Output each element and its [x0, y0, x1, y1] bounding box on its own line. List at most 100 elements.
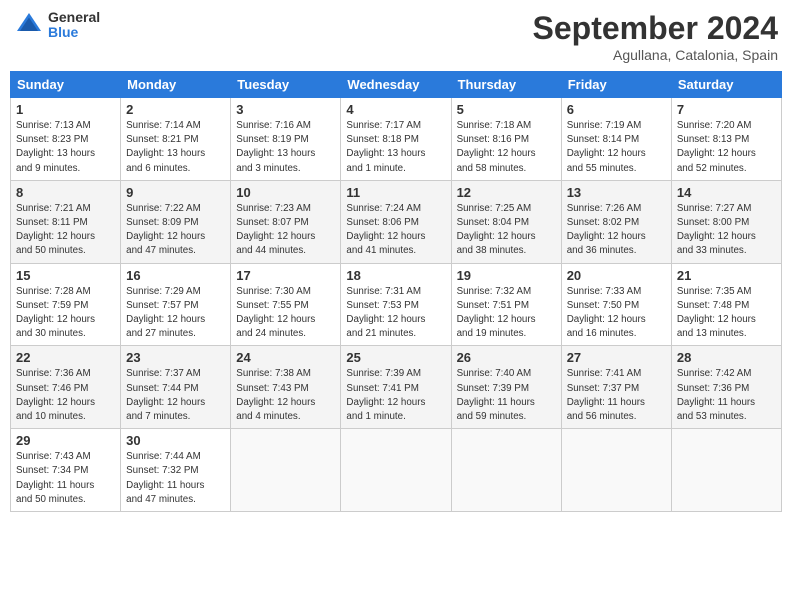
day-info: Sunrise: 7:41 AMSunset: 7:37 PMDaylight:… — [567, 367, 666, 424]
day-info: Sunrise: 7:43 AMSunset: 7:34 PMDaylight:… — [16, 450, 115, 507]
calendar-cell: 28Sunrise: 7:42 AMSunset: 7:36 PMDayligh… — [671, 346, 781, 429]
day-number: 15 — [16, 268, 115, 283]
day-info: Sunrise: 7:29 AMSunset: 7:57 PMDaylight:… — [126, 285, 225, 342]
calendar-cell: 11 Sunrise: 7:24 AMSunset: 8:06 PMDayligh… — [341, 180, 451, 263]
day-number: 25 — [346, 350, 445, 365]
calendar-cell — [451, 429, 561, 512]
day-info: Sunrise: 7:38 AMSunset: 7:43 PMDaylight:… — [236, 367, 335, 424]
calendar-cell: 15 Sunrise: 7:28 AMSunset: 7:59 PMDayligh… — [11, 263, 121, 346]
calendar-cell: 1 Sunrise: 7:13 AMSunset: 8:23 PMDaylight… — [11, 98, 121, 181]
calendar-cell — [671, 429, 781, 512]
day-info: Sunrise: 7:20 AMSunset: 8:13 PMDaylight:… — [677, 119, 776, 176]
month-title: September 2024 — [533, 10, 778, 47]
day-number: 13 — [567, 185, 666, 200]
day-info: Sunrise: 7:44 AMSunset: 7:32 PMDaylight:… — [126, 450, 225, 507]
weekday-header-sunday: Sunday — [11, 72, 121, 98]
calendar-cell — [341, 429, 451, 512]
calendar-cell: 14Sunrise: 7:27 AMSunset: 8:00 PMDayligh… — [671, 180, 781, 263]
location-subtitle: Agullana, Catalonia, Spain — [533, 47, 778, 63]
day-number: 4 — [346, 102, 445, 117]
calendar-cell: 13 Sunrise: 7:26 AMSunset: 8:02 PMDayligh… — [561, 180, 671, 263]
calendar-cell: 29 Sunrise: 7:43 AMSunset: 7:34 PMDayligh… — [11, 429, 121, 512]
day-info: Sunrise: 7:21 AMSunset: 8:11 PMDaylight:… — [16, 202, 115, 259]
week-row-5: 29 Sunrise: 7:43 AMSunset: 7:34 PMDayligh… — [11, 429, 782, 512]
day-info: Sunrise: 7:13 AMSunset: 8:23 PMDaylight:… — [16, 119, 115, 176]
day-number: 3 — [236, 102, 335, 117]
calendar-cell: 12 Sunrise: 7:25 AMSunset: 8:04 PMDayligh… — [451, 180, 561, 263]
logo-line1: General — [48, 10, 100, 25]
day-number: 16 — [126, 268, 225, 283]
day-number: 28 — [677, 350, 776, 365]
day-info: Sunrise: 7:27 AMSunset: 8:00 PMDaylight:… — [677, 202, 776, 259]
day-number: 7 — [677, 102, 776, 117]
day-info: Sunrise: 7:19 AMSunset: 8:14 PMDaylight:… — [567, 119, 666, 176]
day-info: Sunrise: 7:17 AMSunset: 8:18 PMDaylight:… — [346, 119, 445, 176]
day-info: Sunrise: 7:30 AMSunset: 7:55 PMDaylight:… — [236, 285, 335, 342]
day-info: Sunrise: 7:28 AMSunset: 7:59 PMDaylight:… — [16, 285, 115, 342]
day-info: Sunrise: 7:22 AMSunset: 8:09 PMDaylight:… — [126, 202, 225, 259]
calendar-cell: 17 Sunrise: 7:30 AMSunset: 7:55 PMDayligh… — [231, 263, 341, 346]
weekday-header-friday: Friday — [561, 72, 671, 98]
day-number: 27 — [567, 350, 666, 365]
calendar-cell: 4 Sunrise: 7:17 AMSunset: 8:18 PMDaylight… — [341, 98, 451, 181]
day-info: Sunrise: 7:35 AMSunset: 7:48 PMDaylight:… — [677, 285, 776, 342]
day-number: 24 — [236, 350, 335, 365]
calendar-cell: 6 Sunrise: 7:19 AMSunset: 8:14 PMDaylight… — [561, 98, 671, 181]
day-number: 10 — [236, 185, 335, 200]
page-header: General Blue September 2024 Agullana, Ca… — [10, 10, 782, 63]
day-info: Sunrise: 7:25 AMSunset: 8:04 PMDaylight:… — [457, 202, 556, 259]
day-info: Sunrise: 7:40 AMSunset: 7:39 PMDaylight:… — [457, 367, 556, 424]
day-info: Sunrise: 7:33 AMSunset: 7:50 PMDaylight:… — [567, 285, 666, 342]
weekday-header-thursday: Thursday — [451, 72, 561, 98]
week-row-2: 8 Sunrise: 7:21 AMSunset: 8:11 PMDaylight… — [11, 180, 782, 263]
day-number: 6 — [567, 102, 666, 117]
day-info: Sunrise: 7:16 AMSunset: 8:19 PMDaylight:… — [236, 119, 335, 176]
day-number: 9 — [126, 185, 225, 200]
day-number: 11 — [346, 185, 445, 200]
day-number: 8 — [16, 185, 115, 200]
week-row-1: 1 Sunrise: 7:13 AMSunset: 8:23 PMDaylight… — [11, 98, 782, 181]
day-number: 20 — [567, 268, 666, 283]
weekday-header-tuesday: Tuesday — [231, 72, 341, 98]
calendar-cell: 20 Sunrise: 7:33 AMSunset: 7:50 PMDayligh… — [561, 263, 671, 346]
calendar-cell: 18Sunrise: 7:31 AMSunset: 7:53 PMDayligh… — [341, 263, 451, 346]
calendar-cell: 3 Sunrise: 7:16 AMSunset: 8:19 PMDaylight… — [231, 98, 341, 181]
day-info: Sunrise: 7:18 AMSunset: 8:16 PMDaylight:… — [457, 119, 556, 176]
day-number: 29 — [16, 433, 115, 448]
calendar-cell: 27 Sunrise: 7:41 AMSunset: 7:37 PMDayligh… — [561, 346, 671, 429]
calendar-cell: 16 Sunrise: 7:29 AMSunset: 7:57 PMDayligh… — [121, 263, 231, 346]
weekday-header-monday: Monday — [121, 72, 231, 98]
day-info: Sunrise: 7:37 AMSunset: 7:44 PMDaylight:… — [126, 367, 225, 424]
day-info: Sunrise: 7:26 AMSunset: 8:02 PMDaylight:… — [567, 202, 666, 259]
day-number: 17 — [236, 268, 335, 283]
calendar-cell: 7 Sunrise: 7:20 AMSunset: 8:13 PMDaylight… — [671, 98, 781, 181]
day-info: Sunrise: 7:32 AMSunset: 7:51 PMDaylight:… — [457, 285, 556, 342]
calendar-cell: 2Sunrise: 7:14 AMSunset: 8:21 PMDaylight… — [121, 98, 231, 181]
title-block: September 2024 Agullana, Catalonia, Spai… — [533, 10, 778, 63]
day-info: Sunrise: 7:31 AMSunset: 7:53 PMDaylight:… — [346, 285, 445, 342]
day-number: 19 — [457, 268, 556, 283]
calendar-cell: 24 Sunrise: 7:38 AMSunset: 7:43 PMDayligh… — [231, 346, 341, 429]
logo-icon — [14, 10, 44, 40]
day-number: 21 — [677, 268, 776, 283]
day-info: Sunrise: 7:39 AMSunset: 7:41 PMDaylight:… — [346, 367, 445, 424]
calendar-body: 1 Sunrise: 7:13 AMSunset: 8:23 PMDaylight… — [11, 98, 782, 512]
logo-text: General Blue — [48, 10, 100, 41]
day-number: 30 — [126, 433, 225, 448]
day-number: 1 — [16, 102, 115, 117]
weekday-row: SundayMondayTuesdayWednesdayThursdayFrid… — [11, 72, 782, 98]
calendar-cell: 26Sunrise: 7:40 AMSunset: 7:39 PMDayligh… — [451, 346, 561, 429]
day-number: 12 — [457, 185, 556, 200]
day-info: Sunrise: 7:36 AMSunset: 7:46 PMDaylight:… — [16, 367, 115, 424]
calendar-cell: 9 Sunrise: 7:22 AMSunset: 8:09 PMDaylight… — [121, 180, 231, 263]
calendar-cell: 8 Sunrise: 7:21 AMSunset: 8:11 PMDaylight… — [11, 180, 121, 263]
calendar-cell: 5Sunrise: 7:18 AMSunset: 8:16 PMDaylight… — [451, 98, 561, 181]
day-info: Sunrise: 7:24 AMSunset: 8:06 PMDaylight:… — [346, 202, 445, 259]
week-row-4: 22 Sunrise: 7:36 AMSunset: 7:46 PMDayligh… — [11, 346, 782, 429]
calendar-cell: 22 Sunrise: 7:36 AMSunset: 7:46 PMDayligh… — [11, 346, 121, 429]
day-number: 22 — [16, 350, 115, 365]
day-info: Sunrise: 7:23 AMSunset: 8:07 PMDaylight:… — [236, 202, 335, 259]
calendar-cell: 25 Sunrise: 7:39 AMSunset: 7:41 PMDayligh… — [341, 346, 451, 429]
day-number: 23 — [126, 350, 225, 365]
calendar-cell: 21 Sunrise: 7:35 AMSunset: 7:48 PMDayligh… — [671, 263, 781, 346]
